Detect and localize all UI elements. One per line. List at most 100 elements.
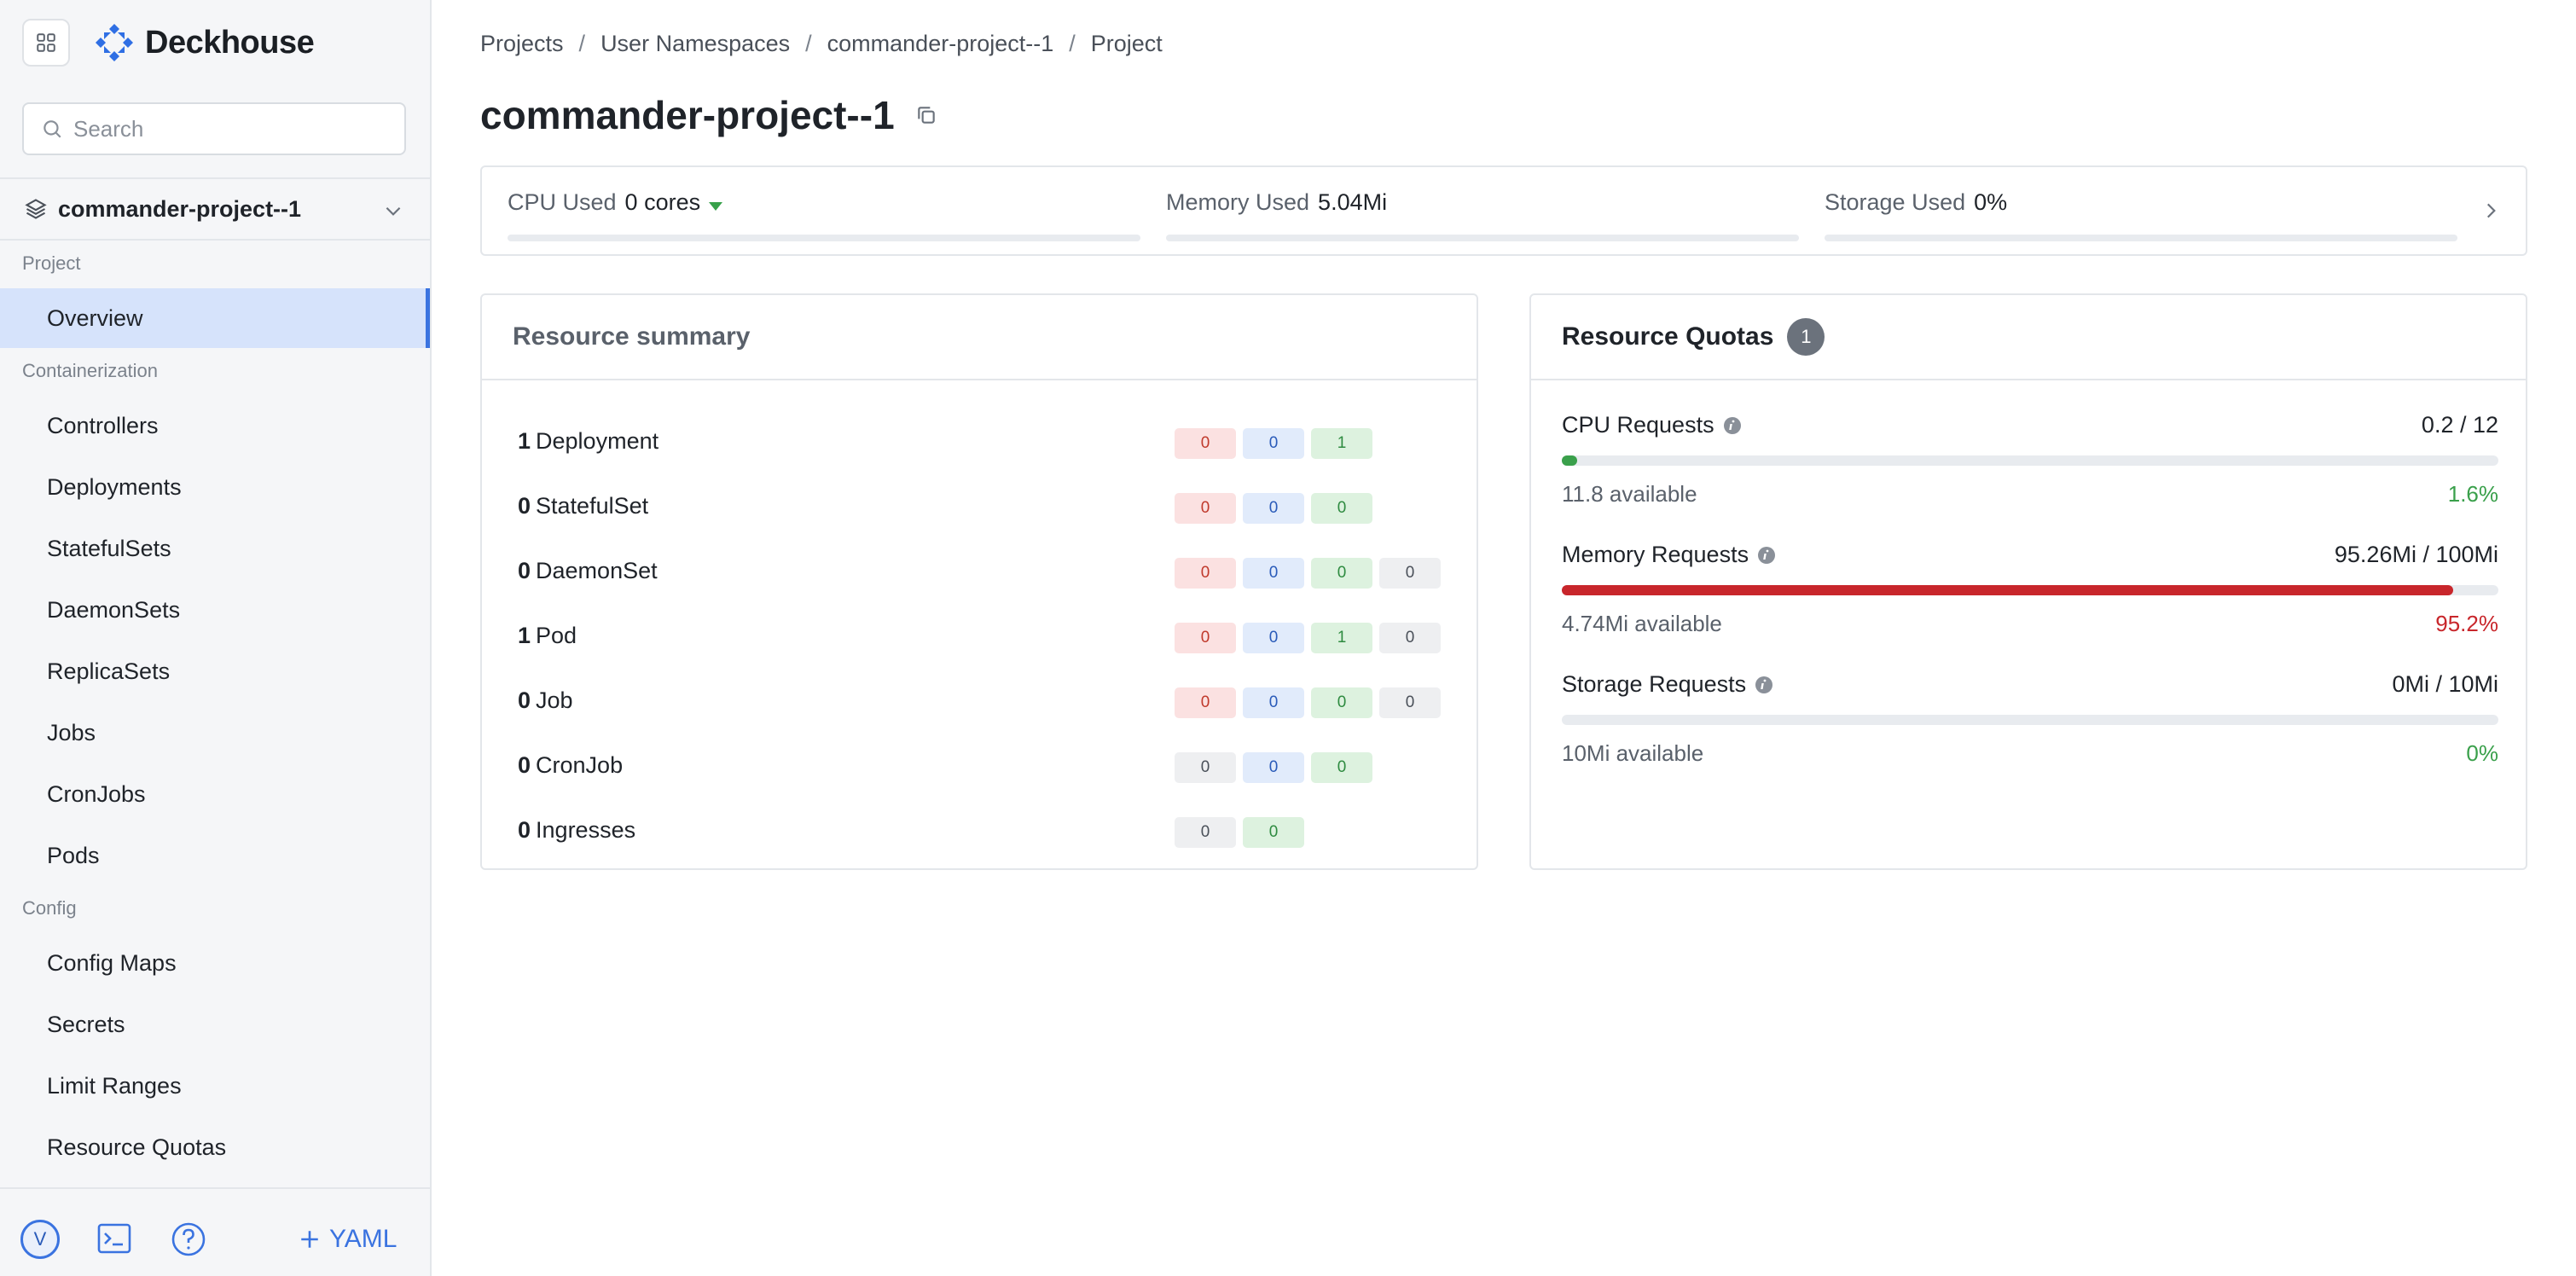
sidebar-item-config-maps[interactable]: Config Maps bbox=[0, 933, 430, 993]
help-icon[interactable] bbox=[171, 1221, 206, 1257]
info-icon[interactable] bbox=[1723, 416, 1742, 435]
sidebar-item-limit-ranges[interactable]: Limit Ranges bbox=[0, 1056, 430, 1116]
status-badge-gray[interactable]: 0 bbox=[1175, 752, 1236, 783]
namespace-selector[interactable]: commander-project--1 bbox=[0, 177, 430, 241]
breadcrumb-item-namespace[interactable]: commander-project--1 bbox=[827, 31, 1054, 57]
resource-quotas-title: Resource Quotas bbox=[1562, 322, 1774, 351]
sidebar-item-statefulsets[interactable]: StatefulSets bbox=[0, 519, 430, 578]
quota-footer: 10Mi available 0% bbox=[1562, 740, 2498, 767]
quota-progress-fill bbox=[1562, 585, 2454, 595]
info-icon[interactable] bbox=[1755, 676, 1773, 694]
usage-storage-value: 0% bbox=[1974, 189, 2008, 215]
table-row[interactable]: 0 DaemonSet 0 0 0 0 bbox=[482, 541, 1478, 606]
grid-icon bbox=[37, 33, 55, 52]
sidebar-item-daemonsets[interactable]: DaemonSets bbox=[0, 580, 430, 640]
namespace-name: commander-project--1 bbox=[58, 195, 302, 222]
status-badge-gray[interactable]: 0 bbox=[1379, 623, 1441, 653]
status-badge-green[interactable]: 0 bbox=[1243, 817, 1304, 848]
usage-storage-bar bbox=[1825, 235, 2457, 241]
status-badge-green[interactable]: 1 bbox=[1311, 428, 1372, 459]
sidebar-item-overview[interactable]: Overview bbox=[0, 288, 430, 348]
resource-count: 0 bbox=[518, 493, 531, 519]
user-avatar[interactable]: V bbox=[20, 1220, 60, 1259]
quota-label-wrap: Memory Requests bbox=[1562, 542, 1776, 568]
sidebar-item-secrets[interactable]: Secrets bbox=[0, 995, 430, 1054]
resource-label: 0 StatefulSet bbox=[518, 493, 648, 519]
breadcrumb-item-projects[interactable]: Projects bbox=[480, 31, 564, 57]
app-name: Deckhouse bbox=[145, 24, 315, 61]
status-badge-gray[interactable]: 0 bbox=[1175, 817, 1236, 848]
resource-label: 1 Pod bbox=[518, 623, 577, 649]
table-row[interactable]: 0 CronJob 0 0 0 bbox=[482, 735, 1478, 800]
sidebar-item-controllers[interactable]: Controllers bbox=[0, 396, 430, 455]
chevron-down-icon[interactable] bbox=[382, 200, 404, 222]
status-badges: 0000 bbox=[1175, 687, 1441, 718]
status-badge-green[interactable]: 0 bbox=[1311, 493, 1372, 524]
apps-menu-button[interactable] bbox=[22, 19, 70, 67]
sidebar-item-pods[interactable]: Pods bbox=[0, 826, 430, 885]
quota-value: 0Mi / 10Mi bbox=[2392, 670, 2498, 697]
resource-quotas-header: Resource Quotas 1 bbox=[1531, 295, 2526, 380]
search-input[interactable] bbox=[73, 115, 380, 142]
table-row[interactable]: 0 StatefulSet 0 0 0 bbox=[482, 476, 1478, 541]
resource-summary-header: Resource summary bbox=[482, 295, 1477, 380]
quota-item: CPU Requests 0.2 / 12 11.8 available 1.6% bbox=[1562, 409, 2498, 508]
add-yaml-button[interactable]: YAML bbox=[299, 1220, 397, 1259]
status-badge-blue[interactable]: 0 bbox=[1243, 752, 1304, 783]
sidebar-item-cronjobs[interactable]: CronJobs bbox=[0, 764, 430, 824]
nav-group-project: Project bbox=[22, 252, 81, 274]
status-badge-blue[interactable]: 0 bbox=[1243, 493, 1304, 524]
status-badges: 00 bbox=[1175, 817, 1304, 848]
usage-memory-bar bbox=[1166, 235, 1799, 241]
quota-header: CPU Requests 0.2 / 12 bbox=[1562, 409, 2498, 440]
status-badge-red[interactable]: 0 bbox=[1175, 687, 1236, 718]
status-badge-red[interactable]: 0 bbox=[1175, 558, 1236, 589]
table-row[interactable]: 1 Pod 0 0 1 0 bbox=[482, 606, 1478, 670]
status-badge-green[interactable]: 0 bbox=[1311, 558, 1372, 589]
trend-down-icon bbox=[709, 201, 723, 211]
breadcrumb-separator: / bbox=[578, 31, 586, 56]
resource-count: 1 bbox=[518, 623, 531, 648]
status-badges: 000 bbox=[1175, 493, 1372, 524]
resource-count: 0 bbox=[518, 687, 531, 713]
status-badge-red[interactable]: 0 bbox=[1175, 623, 1236, 653]
table-row[interactable]: 1 Deployment 0 0 1 bbox=[482, 411, 1478, 476]
sidebar-item-deployments[interactable]: Deployments bbox=[0, 457, 430, 517]
sidebar-item-replicasets[interactable]: ReplicaSets bbox=[0, 641, 430, 701]
search-icon bbox=[44, 120, 61, 138]
copy-icon[interactable] bbox=[915, 104, 937, 126]
table-row[interactable]: 0 Ingresses 0 0 bbox=[482, 800, 1478, 865]
sidebar-item-resource-quotas[interactable]: Resource Quotas bbox=[0, 1117, 430, 1177]
status-badge-blue[interactable]: 0 bbox=[1243, 558, 1304, 589]
info-icon[interactable] bbox=[1757, 546, 1776, 565]
status-badge-green[interactable]: 0 bbox=[1311, 687, 1372, 718]
app-logo[interactable]: Deckhouse bbox=[94, 20, 315, 65]
chevron-right-icon[interactable] bbox=[2480, 200, 2502, 222]
quota-value: 0.2 / 12 bbox=[2421, 411, 2498, 438]
status-badge-blue[interactable]: 0 bbox=[1243, 428, 1304, 459]
nav-group-config: Config bbox=[22, 897, 77, 919]
quota-header: Memory Requests 95.26Mi / 100Mi bbox=[1562, 539, 2498, 570]
sidebar-search[interactable] bbox=[22, 102, 406, 155]
status-badge-blue[interactable]: 0 bbox=[1243, 687, 1304, 718]
terminal-icon[interactable] bbox=[97, 1223, 131, 1254]
status-badge-green[interactable]: 0 bbox=[1311, 752, 1372, 783]
resource-summary-card: Resource summary 1 Deployment 0 0 1 0 Stateful… bbox=[480, 293, 1478, 870]
sidebar-item-jobs[interactable]: Jobs bbox=[0, 703, 430, 763]
table-row[interactable]: 0 Job 0 0 0 0 bbox=[482, 670, 1478, 735]
quota-available: 10Mi available bbox=[1562, 740, 1704, 766]
status-badge-blue[interactable]: 0 bbox=[1243, 623, 1304, 653]
status-badges: 000 bbox=[1175, 752, 1372, 783]
resource-kind: StatefulSet bbox=[536, 493, 649, 519]
quota-label-wrap: CPU Requests bbox=[1562, 412, 1742, 438]
status-badge-gray[interactable]: 0 bbox=[1379, 687, 1441, 718]
status-badge-green[interactable]: 1 bbox=[1311, 623, 1372, 653]
quota-label-wrap: Storage Requests bbox=[1562, 671, 1773, 698]
breadcrumb-item-user-namespaces[interactable]: User Namespaces bbox=[600, 31, 790, 57]
usage-memory-label: Memory Used bbox=[1166, 189, 1310, 215]
status-badge-red[interactable]: 0 bbox=[1175, 493, 1236, 524]
breadcrumb-separator: / bbox=[805, 31, 812, 56]
main-content: Projects / User Namespaces / commander-p… bbox=[432, 0, 2576, 1276]
status-badge-gray[interactable]: 0 bbox=[1379, 558, 1441, 589]
status-badge-red[interactable]: 0 bbox=[1175, 428, 1236, 459]
